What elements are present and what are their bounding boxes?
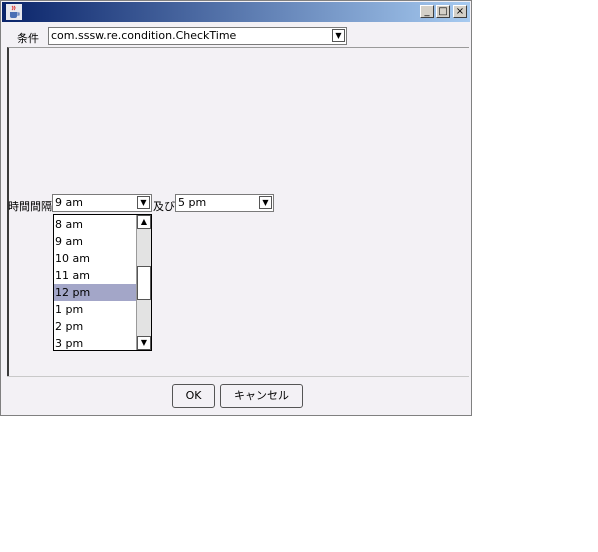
condition-select[interactable]: com.sssw.re.condition.CheckTime ▼	[48, 27, 347, 45]
dropdown-option[interactable]: 10 am	[54, 250, 137, 267]
dropdown-option[interactable]: 11 am	[54, 267, 137, 284]
cancel-button[interactable]: キャンセル	[220, 384, 303, 408]
and-label: 及び	[153, 200, 175, 213]
condition-label: 条件	[17, 32, 39, 45]
ok-button[interactable]: OK	[172, 384, 215, 408]
chevron-up-icon[interactable]: ▲	[137, 215, 151, 229]
dropdown-scrollbar[interactable]: ▲ ▼	[136, 215, 151, 350]
start-time-value: 9 am	[55, 196, 83, 209]
dropdown-option[interactable]: 2 pm	[54, 318, 137, 335]
end-time-select[interactable]: 5 pm ▼	[175, 194, 274, 212]
footer-divider	[7, 376, 469, 377]
chevron-down-icon[interactable]: ▼	[332, 29, 345, 42]
java-coffee-cup-icon	[6, 4, 22, 20]
chevron-down-icon[interactable]: ▼	[137, 336, 151, 350]
dropdown-option-selected[interactable]: 12 pm	[54, 284, 137, 301]
start-time-select[interactable]: 9 am ▼	[52, 194, 152, 212]
chevron-down-icon[interactable]: ▼	[259, 196, 272, 209]
close-button[interactable]: ×	[453, 5, 467, 18]
dropdown-option[interactable]: 9 am	[54, 233, 137, 250]
title-bar[interactable]: _ □ ×	[2, 2, 470, 22]
maximize-button[interactable]: □	[436, 5, 450, 18]
dialog-window: _ □ × 条件 com.sssw.re.condition.CheckTime…	[0, 0, 472, 416]
minimize-button[interactable]: _	[420, 5, 434, 18]
time-range-label: 時間間隔	[8, 200, 52, 213]
chevron-down-icon[interactable]: ▼	[137, 196, 150, 209]
start-time-dropdown-list[interactable]: 8 am 9 am 10 am 11 am 12 pm 1 pm 2 pm 3 …	[53, 214, 152, 351]
dropdown-option[interactable]: 1 pm	[54, 301, 137, 318]
dropdown-option[interactable]: 8 am	[54, 216, 137, 233]
dropdown-option[interactable]: 3 pm	[54, 335, 137, 352]
end-time-value: 5 pm	[178, 196, 207, 209]
condition-select-value: com.sssw.re.condition.CheckTime	[51, 29, 237, 42]
scrollbar-thumb[interactable]	[137, 266, 151, 300]
